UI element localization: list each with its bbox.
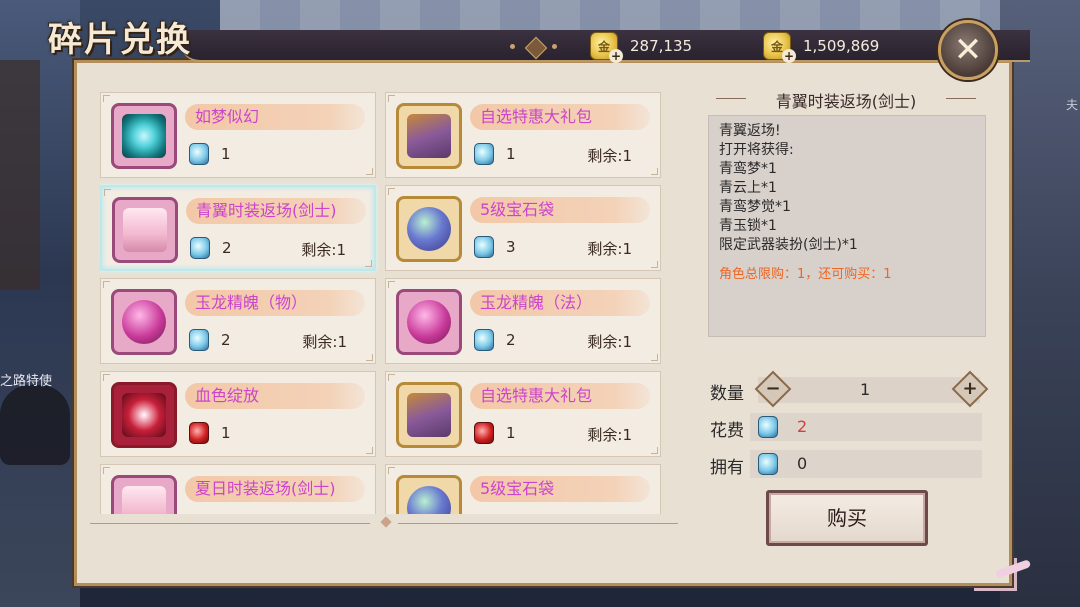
item-name: 夏日时装返场(剑士) bbox=[185, 476, 365, 502]
background-text: 夫 bbox=[1065, 98, 1078, 112]
item-card-selected[interactable]: 青翼时装返场(剑士) 2 剩余:1 bbox=[100, 185, 376, 271]
quantity-value: 1 bbox=[860, 380, 871, 399]
cost-field: 2 bbox=[750, 413, 982, 441]
item-remaining: 剩余:1 bbox=[301, 241, 346, 259]
desc-line: 打开将获得: bbox=[719, 142, 794, 158]
item-cost: 2 bbox=[474, 329, 516, 351]
item-remaining: 剩余:1 bbox=[587, 333, 632, 351]
fragment-token-icon bbox=[758, 416, 778, 438]
gem-bag-icon bbox=[396, 196, 462, 262]
header-ornament bbox=[508, 36, 558, 60]
close-icon: ✕ bbox=[953, 30, 983, 70]
item-name: 血色绽放 bbox=[185, 383, 365, 409]
quantity-label: 数量 bbox=[710, 384, 744, 404]
item-card[interactable]: 如梦似幻 1 bbox=[100, 92, 376, 178]
grid-divider bbox=[90, 516, 680, 528]
owned-value: 0 bbox=[797, 454, 808, 473]
gift-chest-icon bbox=[396, 103, 462, 169]
item-name: 玉龙精魄（法） bbox=[470, 290, 650, 316]
item-name: 青翼时装返场(剑士) bbox=[186, 198, 366, 224]
currency-2[interactable]: 金 + 1,509,869 bbox=[763, 32, 880, 63]
item-card[interactable]: 玉龙精魄（物） 2 剩余:1 bbox=[100, 278, 376, 364]
item-remaining: 剩余:1 bbox=[587, 426, 632, 444]
costume-scroll-icon bbox=[112, 197, 178, 263]
gold-coin-icon: 金 + bbox=[763, 32, 796, 63]
item-cost: 1 bbox=[189, 143, 231, 165]
background-left: 之路特使 bbox=[0, 0, 80, 607]
item-cost: 1 bbox=[474, 422, 516, 444]
item-description: 青翼返场! 打开将获得: 青鸾梦*1 青云上*1 青鸾梦觉*1 青玉锁*1 限定… bbox=[708, 115, 986, 337]
purchase-limit: 角色总限购：1，还可购买：1 bbox=[719, 267, 892, 282]
item-name: 玉龙精魄（物） bbox=[185, 290, 365, 316]
item-cost: 1 bbox=[189, 422, 231, 444]
item-card[interactable]: 血色绽放 1 bbox=[100, 371, 376, 457]
red-token-icon bbox=[189, 422, 209, 444]
desc-line: 青翼返场! bbox=[719, 123, 781, 139]
fragment-token-icon bbox=[474, 329, 494, 351]
owned-label: 拥有 bbox=[710, 458, 744, 478]
fragment-token-icon bbox=[190, 237, 210, 259]
buy-button[interactable]: 购买 bbox=[766, 490, 928, 546]
item-name: 5级宝石袋 bbox=[470, 197, 650, 223]
gem-bag-icon bbox=[396, 475, 462, 514]
owned-field: 0 bbox=[750, 450, 982, 478]
item-cost: 2 bbox=[189, 329, 231, 351]
item-card[interactable]: 5级宝石袋 3 剩余:1 bbox=[385, 185, 661, 271]
item-card[interactable]: 玉龙精魄（法） 2 剩余:1 bbox=[385, 278, 661, 364]
close-button[interactable]: ✕ bbox=[938, 20, 998, 80]
dragon-orb-icon bbox=[396, 289, 462, 355]
item-card[interactable]: 自选特惠大礼包 1 剩余:1 bbox=[385, 371, 661, 457]
item-name: 自选特惠大礼包 bbox=[470, 383, 650, 409]
minus-icon: − bbox=[765, 378, 781, 399]
red-token-icon bbox=[474, 422, 494, 444]
background-right: 夫 bbox=[1000, 0, 1080, 607]
background-character bbox=[0, 385, 70, 465]
cost-value: 2 bbox=[797, 417, 808, 436]
page-title: 碎片兑换 bbox=[48, 20, 192, 60]
cost-label: 花费 bbox=[710, 421, 744, 441]
item-grid[interactable]: 如梦似幻 1 自选特惠大礼包 1 剩余:1 青翼时装返场(剑士) 2 剩余:1 … bbox=[100, 92, 665, 514]
item-cost: 1 bbox=[474, 143, 516, 165]
item-name: 如梦似幻 bbox=[185, 104, 365, 130]
dragon-orb-icon bbox=[111, 289, 177, 355]
background-pole bbox=[0, 60, 40, 290]
item-card[interactable]: 自选特惠大礼包 1 剩余:1 bbox=[385, 92, 661, 178]
item-cost: 3 bbox=[474, 236, 516, 258]
gold-coin-icon: 金 + bbox=[590, 32, 623, 63]
currency-1[interactable]: 金 + 287,135 bbox=[590, 32, 693, 63]
currency-value: 1,509,869 bbox=[803, 37, 880, 55]
item-card[interactable]: 5级宝石袋 bbox=[385, 464, 661, 514]
item-name: 自选特惠大礼包 bbox=[470, 104, 650, 130]
desc-line: 青鸾梦觉*1 bbox=[719, 199, 791, 215]
detail-title: 青翼时装返场(剑士) bbox=[706, 88, 986, 111]
npc-label: 之路特使 bbox=[0, 374, 53, 389]
desc-line: 青鸾梦*1 bbox=[719, 161, 777, 177]
currency-value: 287,135 bbox=[630, 37, 693, 55]
gift-chest-icon bbox=[396, 382, 462, 448]
fragment-token-icon bbox=[758, 453, 778, 475]
add-currency-icon[interactable]: + bbox=[782, 49, 796, 63]
fragment-token-icon bbox=[189, 329, 209, 351]
magic-crystal-icon bbox=[111, 103, 177, 169]
fragment-token-icon bbox=[189, 143, 209, 165]
fragment-token-icon bbox=[474, 143, 494, 165]
add-currency-icon[interactable]: + bbox=[609, 49, 623, 63]
fragment-token-icon bbox=[474, 236, 494, 258]
item-cost: 2 bbox=[190, 237, 232, 259]
item-card[interactable]: 夏日时装返场(剑士) bbox=[100, 464, 376, 514]
item-remaining: 剩余:1 bbox=[302, 333, 347, 351]
blood-bloom-icon bbox=[111, 382, 177, 448]
desc-line: 青云上*1 bbox=[719, 180, 777, 196]
desc-line: 限定武器装扮(剑士)*1 bbox=[719, 237, 858, 253]
item-remaining: 剩余:1 bbox=[587, 240, 632, 258]
item-name: 5级宝石袋 bbox=[470, 476, 650, 502]
plus-icon: + bbox=[962, 378, 978, 399]
desc-line: 青玉锁*1 bbox=[719, 218, 777, 234]
costume-scroll-icon bbox=[111, 475, 177, 514]
item-remaining: 剩余:1 bbox=[587, 147, 632, 165]
